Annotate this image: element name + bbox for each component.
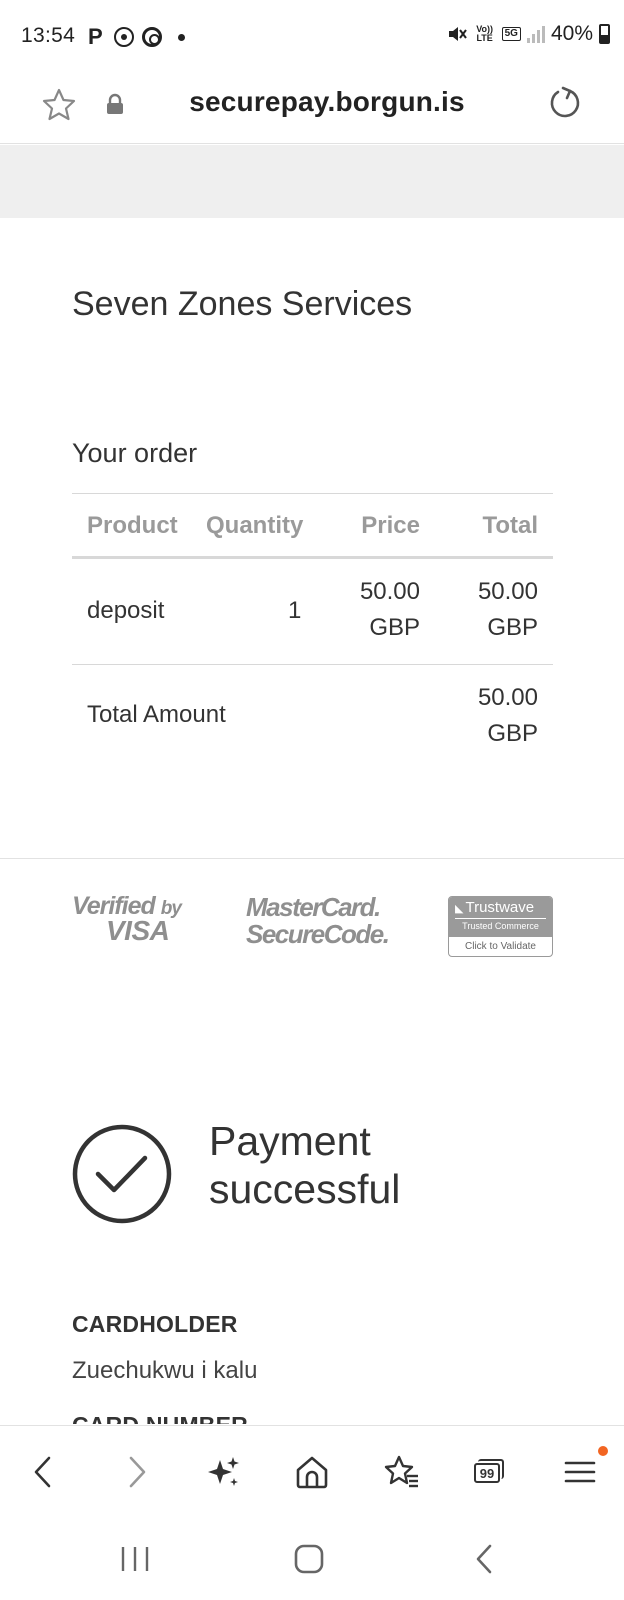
trustwave-seal[interactable]: Trustwave Trusted Commerce Click to Vali… xyxy=(448,896,553,957)
reload-icon[interactable] xyxy=(546,84,584,122)
cardholder-value: Zuechukwu i kalu xyxy=(72,1357,258,1384)
item-total: 50.00 GBP xyxy=(477,578,538,641)
system-navigation-bar xyxy=(0,1519,624,1600)
chrome-icon xyxy=(142,27,162,47)
recent-apps-icon[interactable] xyxy=(113,1537,157,1581)
system-home-icon[interactable] xyxy=(287,1537,331,1581)
column-header-price: Price xyxy=(361,512,420,539)
tabs-button[interactable]: 99 xyxy=(468,1452,508,1492)
menu-notification-badge xyxy=(598,1446,608,1456)
payment-status: Payment successful xyxy=(209,1118,401,1212)
whatsapp-icon xyxy=(114,27,134,47)
item-quantity: 1 xyxy=(288,597,302,624)
back-icon[interactable] xyxy=(24,1452,64,1492)
mastercard-securecode-logo: MasterCard. SecureCode. xyxy=(246,892,390,950)
success-check-icon xyxy=(72,1124,172,1224)
column-header-product: Product xyxy=(87,512,178,539)
card-number-label: CARD NUMBER xyxy=(72,1410,248,1424)
item-price: 50.00 GBP xyxy=(359,578,420,641)
column-header-total: Total xyxy=(482,512,538,539)
browser-toolbar: 99 xyxy=(0,1425,624,1519)
forward-icon[interactable] xyxy=(116,1452,156,1492)
order-heading: Your order xyxy=(72,438,198,468)
notification-icons: P xyxy=(88,24,185,50)
trustwave-subtitle: Trusted Commerce xyxy=(462,921,539,931)
status-time: 13:54 xyxy=(21,24,76,47)
total-amount-value: 50.00 GBP xyxy=(477,684,538,747)
column-header-quantity: Quantity xyxy=(206,512,304,539)
tabs-count: 99 xyxy=(474,1463,500,1483)
total-amount-row: Total Amount 50.00 GBP xyxy=(72,665,553,765)
page-header-band xyxy=(0,145,624,218)
network-5g-icon: 5G xyxy=(501,27,521,41)
volte-icon: Vo)) LTE xyxy=(476,24,494,43)
battery-icon xyxy=(599,24,610,44)
bookmarks-icon[interactable] xyxy=(381,1452,421,1492)
status-bar: 13:54 P Vo)) LTE 5G 40% xyxy=(0,0,624,76)
system-status-icons: Vo)) LTE 5G 40% xyxy=(446,22,610,46)
merchant-name: Seven Zones Services xyxy=(72,285,413,323)
more-notifications-dot-icon xyxy=(178,33,185,41)
signal-strength-icon xyxy=(526,25,545,43)
ai-sparkle-icon[interactable] xyxy=(204,1452,244,1492)
trustwave-brand: Trustwave xyxy=(455,899,546,919)
battery-percent: 40% xyxy=(550,22,593,45)
visa-text: VISA xyxy=(106,915,170,946)
divider xyxy=(0,858,624,859)
total-amount-label: Total Amount xyxy=(87,701,226,728)
trustwave-validate-link[interactable]: Click to Validate xyxy=(449,937,552,956)
mute-icon xyxy=(448,27,467,41)
url-text[interactable]: securepay.borgun.is xyxy=(0,86,624,118)
table-row: deposit 1 50.00 GBP 50.00 GBP xyxy=(72,559,553,665)
cardholder-label: CARDHOLDER xyxy=(72,1311,238,1337)
verified-by-visa-logo: Verified by VISA xyxy=(72,892,202,947)
securecode-text: SecureCode. xyxy=(246,919,390,949)
menu-icon[interactable] xyxy=(560,1452,600,1492)
parking-app-icon: P xyxy=(88,24,103,49)
item-product: deposit xyxy=(87,597,165,624)
home-icon[interactable] xyxy=(292,1452,332,1492)
table-header-row: Product Quantity Price Total xyxy=(72,493,553,559)
address-bar: securepay.borgun.is xyxy=(0,76,624,144)
system-back-icon[interactable] xyxy=(463,1537,507,1581)
